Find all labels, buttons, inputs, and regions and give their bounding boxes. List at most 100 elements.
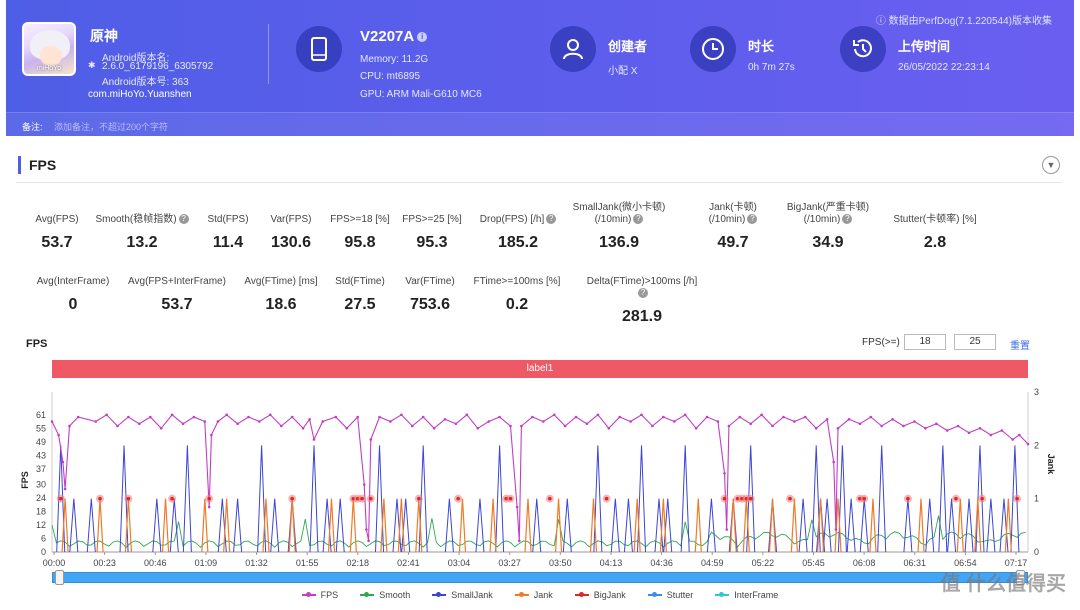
x-tick-label: 00:46 bbox=[144, 558, 167, 568]
fps-point bbox=[902, 424, 905, 428]
jank-spike bbox=[96, 498, 104, 553]
x-tick-label: 04:59 bbox=[701, 558, 724, 568]
fps-point bbox=[308, 418, 311, 421]
smalljank-spike bbox=[309, 445, 319, 553]
fps-point bbox=[1026, 442, 1030, 446]
remark-input[interactable]: 添加备注，不超过200个字符 bbox=[54, 120, 168, 133]
x-tick-label: 02:18 bbox=[347, 558, 370, 568]
device-memory: Memory: 11.2G bbox=[360, 54, 429, 65]
help-icon: ? bbox=[747, 214, 758, 225]
creator-label: 创建者 bbox=[608, 39, 648, 54]
smalljank-spike bbox=[903, 498, 913, 553]
y-tick-label: 24 bbox=[36, 493, 46, 503]
fps-point bbox=[1011, 438, 1014, 441]
reset-link[interactable]: 重置 bbox=[1010, 337, 1030, 352]
fps-point bbox=[858, 422, 862, 426]
y-tick-label: 6 bbox=[41, 534, 46, 544]
upload-time-label: 上传时间 bbox=[898, 39, 951, 54]
legend-item-stutter[interactable]: Stutter bbox=[647, 590, 693, 600]
scrollbar-handle-left[interactable] bbox=[55, 570, 64, 585]
smalljank-spike bbox=[623, 498, 633, 553]
fps-point bbox=[836, 427, 840, 430]
x-tick-label: 03:27 bbox=[498, 558, 521, 568]
fps-point bbox=[725, 528, 728, 531]
fps-point bbox=[531, 415, 534, 419]
fps-point bbox=[515, 505, 519, 509]
smalljank-spike bbox=[169, 498, 179, 553]
fps-threshold-input-1[interactable]: 18 bbox=[904, 334, 946, 350]
fps-point bbox=[618, 415, 621, 419]
clock-icon bbox=[690, 26, 736, 72]
jank-spike bbox=[729, 498, 737, 553]
collapse-button[interactable]: ▼ bbox=[1042, 156, 1060, 174]
fps-point bbox=[498, 415, 501, 419]
fps-point bbox=[170, 413, 174, 417]
smalljank-spike bbox=[86, 498, 96, 553]
y-tick-label: 43 bbox=[36, 450, 46, 460]
stat-value: 53.7 bbox=[161, 296, 193, 313]
smalljank-spike bbox=[859, 498, 869, 553]
fps-point bbox=[738, 415, 742, 419]
legend-label: Smooth bbox=[379, 590, 411, 600]
bigjank-marker-dot bbox=[368, 496, 373, 501]
legend-swatch bbox=[360, 592, 375, 597]
time-range-scrollbar[interactable] bbox=[52, 572, 1028, 583]
fps-point bbox=[683, 413, 687, 417]
fps-point bbox=[57, 433, 60, 437]
chart-legend: FPS Smooth SmallJank Jank BigJank Stutter Inte… bbox=[0, 590, 1080, 600]
fps-point bbox=[138, 422, 141, 426]
legend-item-smalljank[interactable]: SmallJank bbox=[432, 590, 493, 600]
fps-point bbox=[258, 420, 261, 423]
device-info-icon: i bbox=[417, 32, 428, 43]
stat-label-unit: (/10min)? bbox=[768, 214, 888, 226]
fps-point bbox=[814, 427, 818, 430]
chart-title: FPS bbox=[26, 338, 48, 350]
y-tick-label: 61 bbox=[36, 410, 46, 420]
fps-series-line bbox=[51, 414, 1029, 541]
x-tick-label: 04:36 bbox=[650, 558, 673, 568]
fps-point bbox=[585, 422, 589, 426]
fps-point bbox=[400, 413, 403, 417]
x-tick-label: 06:08 bbox=[853, 558, 876, 568]
stat-label: FTime>=100ms [%] bbox=[473, 276, 561, 287]
section-title: FPS bbox=[18, 156, 56, 174]
fps-point bbox=[1000, 429, 1004, 432]
legend-label: BigJank bbox=[593, 590, 626, 600]
stat-value: 2.8 bbox=[923, 234, 947, 251]
user-icon bbox=[550, 26, 596, 72]
stat-row1-10: Stutter(卡顿率) [%] 2.8 bbox=[875, 214, 995, 252]
bigjank-marker-dot bbox=[360, 496, 364, 501]
y-tick-label: 18 bbox=[36, 507, 46, 517]
bigjank-marker-dot bbox=[604, 496, 609, 501]
label-bar[interactable]: label1 bbox=[52, 360, 1028, 378]
legend-item-interframe[interactable]: InterFrame bbox=[715, 590, 778, 600]
fps-threshold-input-2[interactable]: 25 bbox=[954, 334, 996, 350]
bigjank-marker-dot bbox=[906, 496, 910, 501]
smalljank-spike bbox=[335, 498, 345, 553]
help-icon: ? bbox=[638, 288, 648, 299]
legend-item-bigjank[interactable]: BigJank bbox=[574, 590, 626, 600]
smalljank-spike bbox=[562, 498, 572, 553]
y-tick-label: 0 bbox=[41, 547, 46, 557]
fps-point bbox=[793, 420, 796, 423]
legend-item-smooth[interactable]: Smooth bbox=[360, 590, 410, 600]
legend-swatch bbox=[647, 592, 662, 597]
fps-point bbox=[159, 427, 163, 430]
fps-point bbox=[651, 424, 654, 428]
legend-swatch bbox=[574, 592, 589, 597]
legend-swatch bbox=[432, 592, 447, 597]
smalljank-spike bbox=[846, 498, 856, 553]
fps-point bbox=[723, 472, 726, 475]
smalljank-spike bbox=[444, 498, 454, 553]
fps-point bbox=[356, 415, 360, 419]
fps-point bbox=[365, 528, 368, 531]
fps-point bbox=[487, 420, 491, 423]
legend-label: InterFrame bbox=[734, 590, 779, 600]
smalljank-spike bbox=[947, 498, 957, 553]
stat-value: 281.9 bbox=[621, 308, 663, 325]
app-package: com.miHoYo.Yuanshen bbox=[88, 89, 192, 100]
x-tick-label: 04:13 bbox=[600, 558, 623, 568]
legend-item-jank[interactable]: Jank bbox=[514, 590, 553, 600]
fps-point bbox=[716, 420, 720, 423]
legend-item-fps[interactable]: FPS bbox=[301, 590, 338, 600]
